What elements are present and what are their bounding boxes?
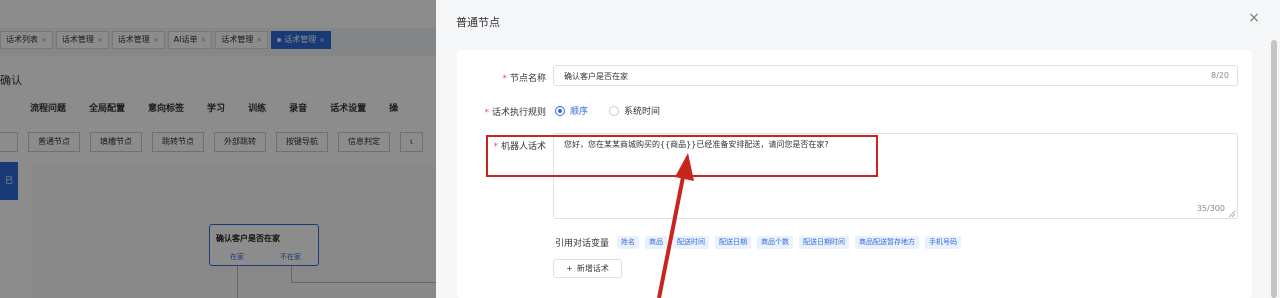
variable-chip[interactable]: 商品 [645,236,668,249]
variable-chip[interactable]: 商品配送暂存地方 [855,236,920,249]
robot-script-counter: 35/300 [1196,204,1225,213]
radio-label: 顺序 [570,107,589,117]
variable-chip[interactable]: 配送日期时间 [799,236,850,249]
radio-label: 系统时间 [624,107,661,117]
radio-system-time[interactable]: 系统时间 [609,104,660,117]
radio-checked-icon [555,105,565,116]
radio-sequence[interactable]: 顺序 [555,104,588,117]
add-script-button[interactable]: + 新增话术 [553,259,622,278]
required-mark: * [502,74,507,84]
variable-chip[interactable]: 配送时间 [673,236,710,249]
node-name-counter: 8/20 [1211,71,1229,80]
node-name-label-text: 节点名称 [509,74,546,84]
exec-rule-label-text: 话术执行规则 [491,108,546,118]
variable-chip[interactable]: 姓名 [617,236,640,249]
exec-rule-label: * 话术执行规则 [470,105,546,118]
variable-chip[interactable]: 配送日期 [715,236,752,249]
node-name-label: * 节点名称 [488,71,546,84]
variable-chip[interactable]: 手机号码 [925,236,962,249]
drawer-title: 普通节点 [456,16,500,29]
required-mark: * [484,108,489,118]
annotation-highlight-box [486,135,878,177]
node-name-value: 确认客户是否在家 [564,72,628,81]
variable-chip[interactable]: 商品个数 [757,236,794,249]
plus-icon: + [566,264,573,273]
variable-list: 引用对话变量 姓名 商品 配送时间 配送日期 商品个数 配送日期时间 商品配送暂… [555,236,962,249]
add-script-label: 新增话术 [576,264,609,273]
scrollbar-thumb[interactable] [1271,40,1277,298]
node-name-input[interactable]: 确认客户是否在家 8/20 [553,65,1238,86]
close-icon[interactable]: × [1246,10,1262,26]
resize-handle-icon[interactable] [1228,210,1236,218]
radio-unchecked-icon [609,105,619,116]
variables-label: 引用对话变量 [555,239,610,249]
